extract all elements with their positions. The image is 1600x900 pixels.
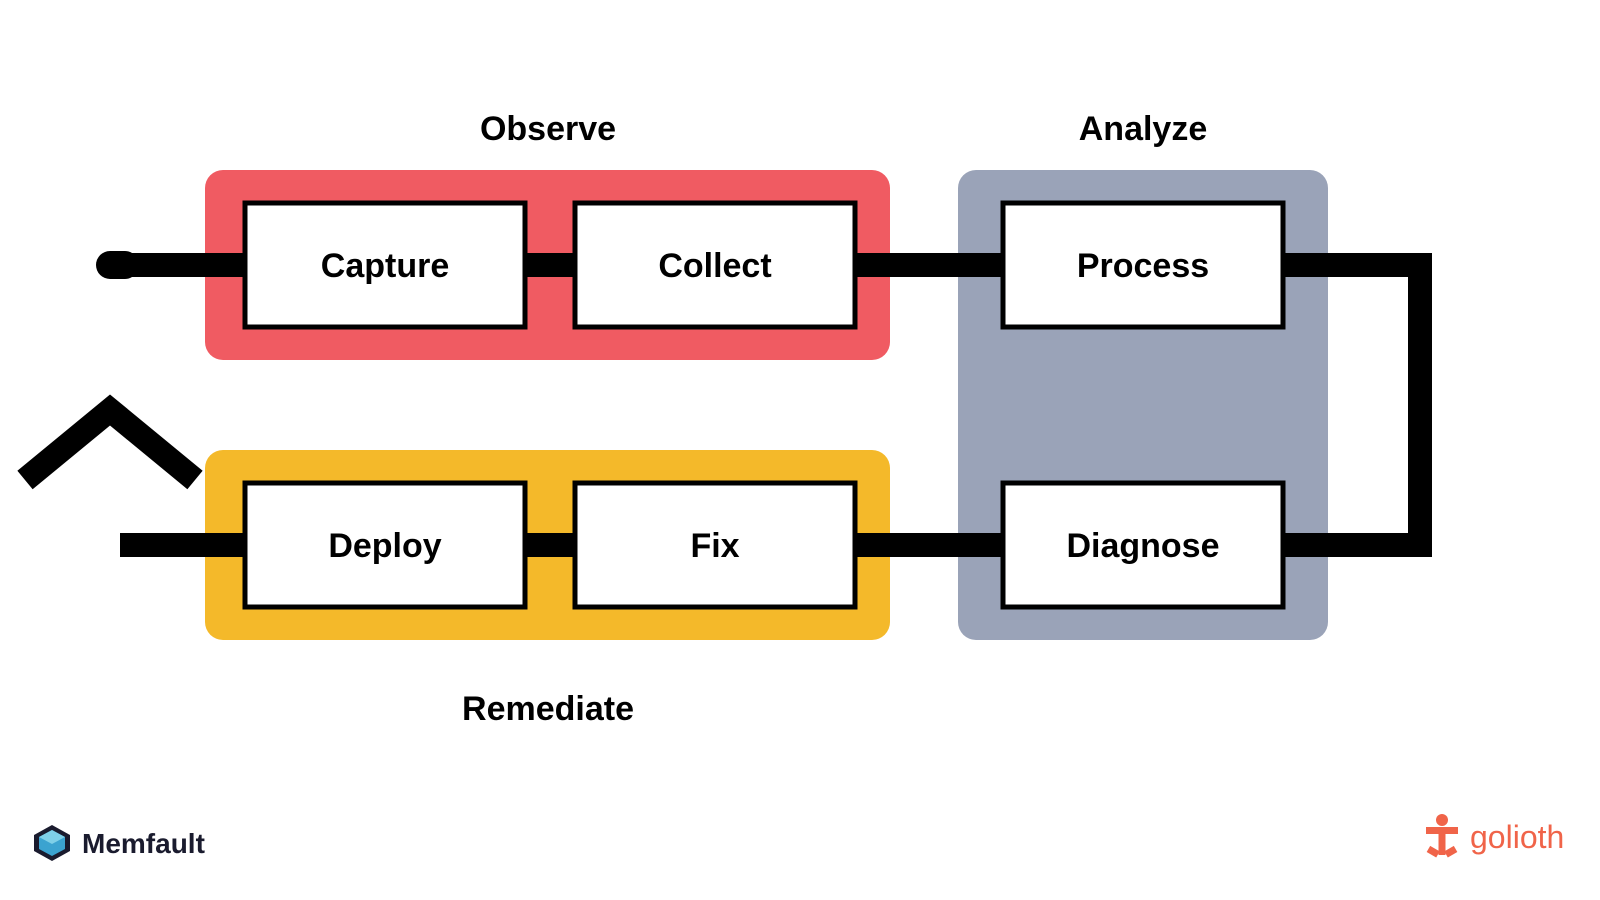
phase-analyze-label: Analyze xyxy=(1079,110,1208,148)
box-fix-label: Fix xyxy=(690,527,739,565)
box-diagnose-label: Diagnose xyxy=(1066,527,1219,565)
golioth-logo: golioth xyxy=(1426,814,1564,857)
golioth-name: golioth xyxy=(1470,819,1564,855)
box-process-label: Process xyxy=(1077,247,1209,285)
box-deploy-label: Deploy xyxy=(328,527,441,565)
flow-arrowhead xyxy=(25,410,195,480)
golioth-icon xyxy=(1426,814,1458,857)
box-capture-label: Capture xyxy=(321,247,449,285)
phase-remediate-label: Remediate xyxy=(462,690,634,728)
memfault-name: Memfault xyxy=(82,828,205,859)
memfault-icon xyxy=(34,825,70,861)
diagram-canvas: Observe Analyze Remediate Capture Collec… xyxy=(0,0,1600,900)
phase-observe-label: Observe xyxy=(480,110,616,148)
memfault-logo: Memfault xyxy=(34,825,205,861)
box-collect-label: Collect xyxy=(658,247,771,285)
